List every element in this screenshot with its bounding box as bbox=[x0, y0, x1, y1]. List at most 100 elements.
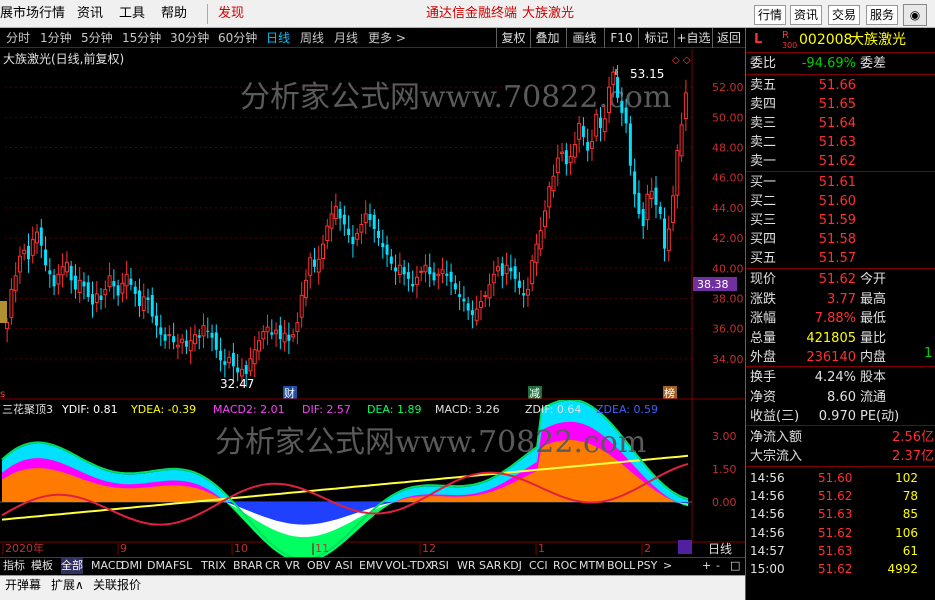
period-daily[interactable]: 日线 bbox=[266, 28, 290, 48]
candle bbox=[679, 124, 684, 157]
scroll-end-marker[interactable] bbox=[678, 540, 692, 554]
flow-label: 大宗流入 bbox=[750, 449, 803, 464]
menu-help[interactable]: 帮助 bbox=[161, 0, 187, 28]
tool-add-watchlist[interactable]: +自选 bbox=[674, 28, 712, 48]
left-collapse-handle[interactable] bbox=[0, 301, 7, 323]
candle bbox=[564, 150, 568, 165]
status-danmaku[interactable]: 开弹幕 bbox=[5, 576, 41, 594]
stat-value: 8.60 bbox=[827, 389, 856, 405]
tool-back[interactable]: 返回 bbox=[712, 28, 745, 48]
menu-market[interactable]: 展市场行情 bbox=[0, 0, 65, 28]
indicator-tab[interactable]: CCI bbox=[529, 558, 548, 574]
button-news[interactable]: 资讯 bbox=[790, 5, 822, 25]
buy-label: 买五 bbox=[750, 251, 777, 266]
menu-tools[interactable]: 工具 bbox=[119, 0, 145, 28]
period-60min[interactable]: 60分钟 bbox=[218, 28, 257, 48]
tool-draw[interactable]: 画线 bbox=[566, 28, 602, 48]
indicator-tab[interactable]: OBV bbox=[307, 558, 330, 574]
indicator-tab[interactable]: ROC bbox=[553, 558, 577, 574]
indicator-tab[interactable]: > bbox=[663, 558, 672, 574]
candle bbox=[274, 329, 279, 335]
indicator-name[interactable]: 三花聚顶3 bbox=[2, 403, 53, 416]
chart-option-icon[interactable]: ◇ ◇ bbox=[672, 55, 691, 66]
indicator-tab[interactable]: FSL bbox=[173, 558, 192, 574]
zoom-tool[interactable]: - bbox=[716, 558, 720, 574]
price-axis: 52.00 50.00 48.00 46.00 44.00 42.00 40.00 38.00… bbox=[712, 81, 744, 366]
period-15min[interactable]: 15分钟 bbox=[122, 28, 161, 48]
price-tick-label: 50.00 bbox=[712, 111, 744, 124]
button-trade[interactable]: 交易 bbox=[828, 5, 860, 25]
sell-row[interactable]: 卖二 51.63 bbox=[746, 133, 935, 152]
indicator-tab[interactable]: BOLL bbox=[607, 558, 635, 574]
indicator-tab[interactable]: PSY bbox=[637, 558, 657, 574]
sell-label: 卖一 bbox=[750, 154, 777, 169]
buy-row[interactable]: 买一 51.61 bbox=[746, 173, 935, 192]
sell-label: 卖五 bbox=[750, 78, 777, 93]
period-more[interactable]: 更多 > bbox=[368, 28, 406, 48]
tool-f10[interactable]: F10 bbox=[604, 28, 638, 48]
indicator-tab[interactable]: 模板 bbox=[31, 558, 53, 574]
indicator-param-ydea: YDEA: -0.39 bbox=[130, 403, 196, 416]
button-service[interactable]: 服务 bbox=[866, 5, 898, 25]
button-quote[interactable]: 行情 bbox=[754, 5, 786, 25]
indicator-tab[interactable]: MACD bbox=[91, 558, 124, 574]
indicator-tab[interactable]: EMV bbox=[359, 558, 383, 574]
period-monthly[interactable]: 月线 bbox=[334, 28, 358, 48]
status-related-quote[interactable]: 关联报价 bbox=[93, 576, 141, 594]
period-1min[interactable]: 1分钟 bbox=[40, 28, 72, 48]
tick-volume: 85 bbox=[902, 507, 918, 522]
candle bbox=[321, 243, 326, 260]
indicator-param-zdif: ZDIF: 0.64 bbox=[525, 403, 581, 416]
candle bbox=[299, 294, 304, 318]
indicator-panel[interactable]: 分析家公式网www.70822.com 三花聚顶3 YDIF: 0.81 YDE… bbox=[0, 400, 745, 557]
tool-mark[interactable]: 标记 bbox=[638, 28, 674, 48]
menu-news[interactable]: 资讯 bbox=[77, 0, 103, 28]
period-intraday[interactable]: 分时 bbox=[6, 28, 30, 48]
zoom-tool[interactable]: + bbox=[702, 558, 711, 574]
candle bbox=[155, 315, 159, 326]
indicator-tab[interactable]: ASI bbox=[335, 558, 353, 574]
period-5min[interactable]: 5分钟 bbox=[81, 28, 113, 48]
zoom-tool[interactable]: □ bbox=[730, 558, 740, 574]
indicator-tab[interactable]: DMI bbox=[121, 558, 142, 574]
indicator-tab[interactable]: SAR bbox=[479, 558, 501, 574]
kline-chart[interactable]: 分析家公式网www.70822.com 大族激光(日线,前复权) ◇ ◇ 52.… bbox=[0, 49, 745, 400]
candle bbox=[201, 325, 206, 337]
window-control-icon[interactable]: ◉ bbox=[903, 4, 927, 26]
indicator-tab[interactable]: 指标 bbox=[3, 558, 25, 574]
sell-row[interactable]: 卖四 51.65 bbox=[746, 95, 935, 114]
sell-row[interactable]: 卖三 51.64 bbox=[746, 114, 935, 133]
indicator-param-zdea: ZDEA: 0.59 bbox=[596, 403, 658, 416]
stat-label: 换手 bbox=[750, 370, 777, 385]
candle bbox=[91, 294, 95, 305]
candle bbox=[453, 283, 457, 290]
candle bbox=[406, 272, 410, 279]
period-weekly[interactable]: 周线 bbox=[300, 28, 324, 48]
sell-row[interactable]: 卖五 51.66 bbox=[746, 76, 935, 95]
buy-row[interactable]: 买五 51.57 bbox=[746, 249, 935, 268]
market-badge: L bbox=[754, 32, 763, 47]
indicator-tab[interactable]: KDJ bbox=[503, 558, 522, 574]
indicator-tab[interactable]: BRAR bbox=[233, 558, 263, 574]
candle bbox=[624, 107, 628, 124]
indicator-tab[interactable]: RSI bbox=[431, 558, 449, 574]
buy-row[interactable]: 买三 51.59 bbox=[746, 211, 935, 230]
indicator-tab[interactable]: 全部 bbox=[61, 558, 83, 574]
period-30min[interactable]: 30分钟 bbox=[170, 28, 209, 48]
buy-row[interactable]: 买四 51.58 bbox=[746, 230, 935, 249]
indicator-tab[interactable]: VR bbox=[285, 558, 300, 574]
menu-discover[interactable]: 发现 bbox=[218, 0, 244, 28]
indicator-tab[interactable]: DMA bbox=[147, 558, 173, 574]
sell-row[interactable]: 卖一 51.62 bbox=[746, 152, 935, 171]
tool-adjust[interactable]: 复权 bbox=[496, 28, 530, 48]
buy-row[interactable]: 买二 51.60 bbox=[746, 192, 935, 211]
indicator-tab[interactable]: TRIX bbox=[201, 558, 226, 574]
candle bbox=[602, 118, 607, 133]
tool-overlay[interactable]: 叠加 bbox=[530, 28, 564, 48]
indicator-tab[interactable]: WR bbox=[457, 558, 476, 574]
indicator-tab[interactable]: MTM bbox=[579, 558, 605, 574]
status-expand[interactable]: 扩展∧ bbox=[51, 576, 84, 594]
indicator-tab[interactable]: VOL-TDX bbox=[385, 558, 433, 574]
indicator-tab[interactable]: CR bbox=[265, 558, 280, 574]
candle bbox=[44, 249, 48, 266]
